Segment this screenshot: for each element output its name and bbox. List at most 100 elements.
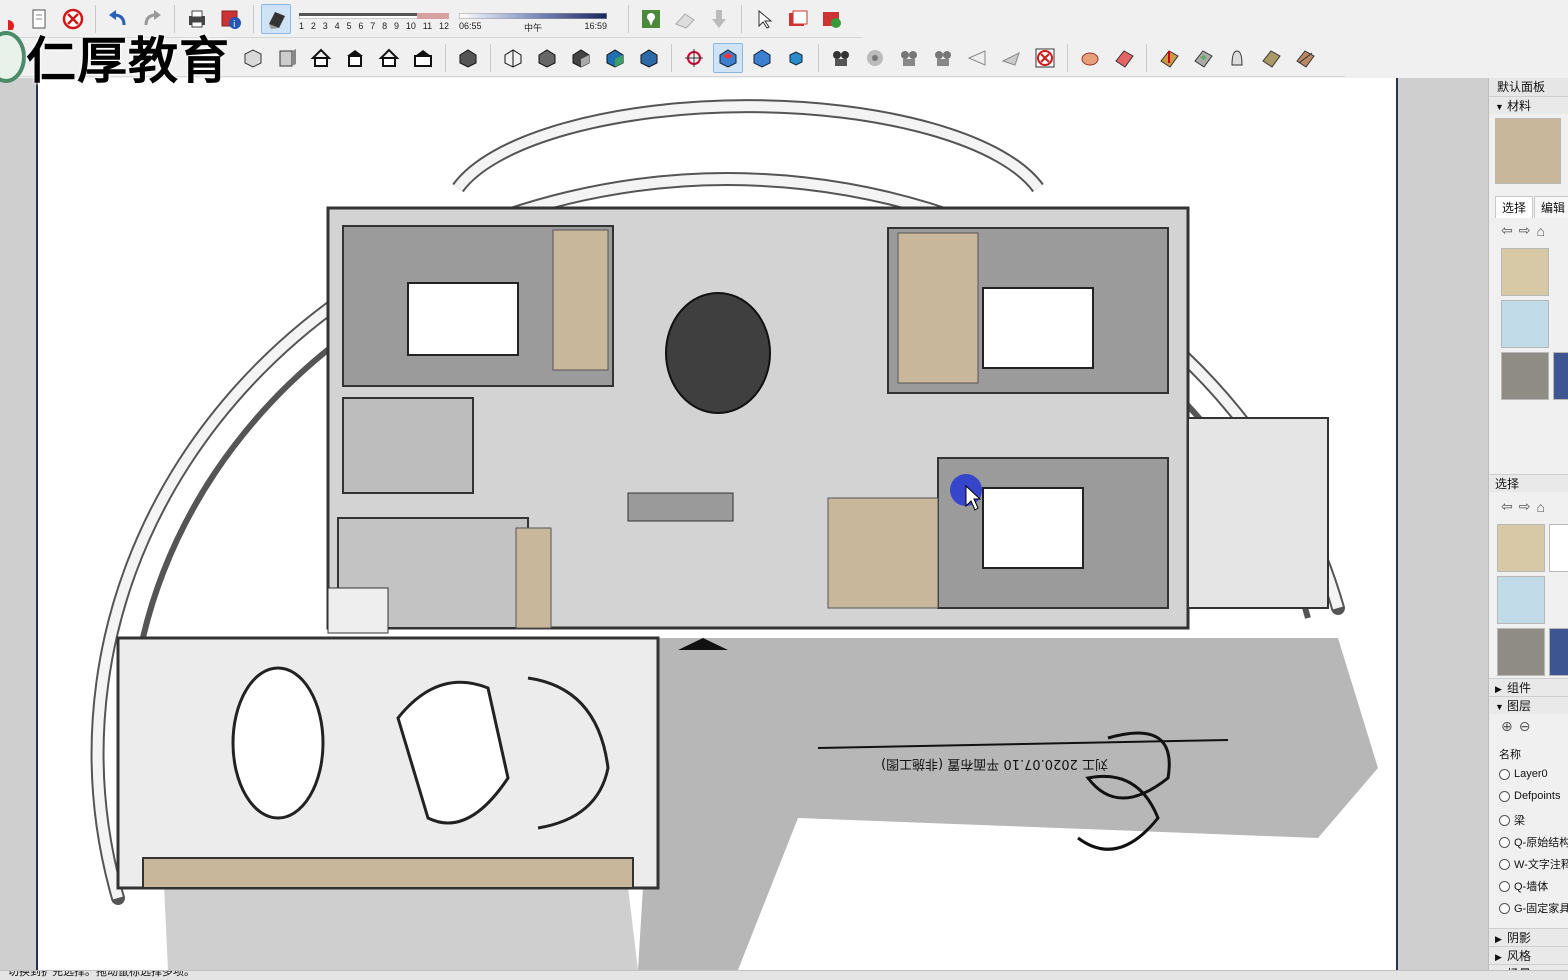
material-swatch[interactable]: [1549, 524, 1568, 572]
layers-actions: ⊕ ⊖: [1501, 718, 1530, 735]
toggle-terrain-button[interactable]: [670, 4, 700, 34]
components-header[interactable]: ▶ 组件: [1489, 678, 1568, 696]
photo-texture-button[interactable]: [704, 4, 734, 34]
layers-header[interactable]: ▼ 图层: [1489, 696, 1568, 714]
position-camera-button[interactable]: [894, 43, 924, 73]
logo-seal-icon: [0, 31, 26, 83]
time-slider[interactable]: 06:55 中午 16:59: [459, 4, 607, 34]
shaded-style-button[interactable]: [566, 43, 596, 73]
drape-button[interactable]: [1222, 43, 1252, 73]
layer-row[interactable]: 梁: [1499, 812, 1525, 828]
cast-shadow: [638, 638, 1378, 970]
layer-row[interactable]: Defpoints: [1499, 790, 1560, 802]
house-icon: [378, 47, 400, 69]
house-right-button[interactable]: [340, 43, 370, 73]
section-plane-button[interactable]: [713, 42, 743, 73]
material-swatch[interactable]: [1553, 352, 1568, 400]
iso-view-icon: [242, 47, 264, 69]
shadow-icon: [265, 8, 287, 30]
layer-radio[interactable]: [1499, 902, 1510, 914]
separator: [1146, 43, 1147, 72]
time-labels: 06:55 中午 16:59: [459, 21, 607, 34]
wireframe-icon: [502, 47, 524, 69]
layer-radio[interactable]: [1499, 814, 1510, 826]
house-back-button[interactable]: [374, 43, 404, 73]
material-swatch[interactable]: [1501, 352, 1549, 400]
layer-row[interactable]: G-固定家具: [1499, 900, 1568, 916]
material-swatch[interactable]: [1501, 300, 1549, 348]
components-header-label: 组件: [1507, 681, 1532, 695]
camera-icon: [898, 47, 920, 69]
textured-style-button[interactable]: [600, 43, 630, 73]
section-cut-button[interactable]: [781, 43, 811, 73]
monochrome-style-button[interactable]: [634, 43, 664, 73]
back-arrow-icon[interactable]: ⇦: [1501, 222, 1513, 239]
sandbox-scratch-button[interactable]: [1109, 43, 1139, 73]
warehouse-button[interactable]: [783, 4, 813, 34]
tab-select[interactable]: 选择: [1495, 196, 1534, 218]
shadow-toggle-button[interactable]: [261, 3, 291, 34]
layer-name: Q-原始结构: [1514, 837, 1568, 849]
xray-style-button[interactable]: [453, 43, 483, 73]
grid-icon: [1113, 47, 1135, 69]
stamp-button[interactable]: [1188, 43, 1218, 73]
styles-header[interactable]: ▶ 风格: [1489, 946, 1568, 964]
month-label: 10: [405, 20, 416, 31]
extension-button[interactable]: [817, 4, 847, 34]
month-slider[interactable]: 1 2 3 4 5 6 7 8 9 10 11 12: [299, 4, 449, 34]
layer-radio[interactable]: [1499, 836, 1510, 848]
xray-icon: [457, 47, 479, 69]
home-icon[interactable]: ⌂: [1536, 223, 1544, 239]
layer-radio[interactable]: [1499, 858, 1510, 870]
materials-header[interactable]: ▼ 材料: [1489, 96, 1568, 114]
model-viewport[interactable]: 刘工 2020.07.10 平面布置 (非施工图): [0, 78, 1488, 970]
orbit-button[interactable]: [679, 43, 709, 73]
material-swatch[interactable]: [1549, 628, 1568, 676]
look-around-icon: [864, 47, 886, 69]
forward-arrow-icon[interactable]: ⇨: [1519, 498, 1531, 515]
layer-radio[interactable]: [1499, 880, 1510, 892]
sandbox-contours-button[interactable]: [1075, 43, 1105, 73]
material-swatch[interactable]: [1501, 248, 1549, 296]
hide-camera-button[interactable]: [1030, 43, 1060, 73]
field-of-view-button[interactable]: [962, 43, 992, 73]
layer-row[interactable]: Q-墙体: [1499, 878, 1548, 894]
wireframe-style-button[interactable]: [498, 43, 528, 73]
select-tool-button[interactable]: [749, 4, 779, 34]
material-swatch[interactable]: [1497, 576, 1545, 624]
flip-edge-button[interactable]: [1290, 43, 1320, 73]
hidden-line-style-button[interactable]: [532, 43, 562, 73]
shadows-header[interactable]: ▶ 阴影: [1489, 928, 1568, 946]
tab-edit[interactable]: 编辑: [1534, 196, 1568, 218]
zoom-camera-button[interactable]: [928, 43, 958, 73]
remove-layer-icon[interactable]: ⊖: [1519, 718, 1531, 735]
layer-radio[interactable]: [1499, 768, 1510, 780]
display-section-button[interactable]: [747, 43, 777, 73]
forward-arrow-icon[interactable]: ⇨: [1519, 222, 1531, 239]
month-label: 1: [299, 20, 305, 31]
house-front-button[interactable]: [306, 43, 336, 73]
tv-cabinet: [142, 857, 634, 889]
iso-view-button[interactable]: [238, 43, 268, 73]
month-label: 7: [370, 20, 376, 31]
add-detail-button[interactable]: [1256, 43, 1286, 73]
home-icon[interactable]: ⌂: [1536, 499, 1544, 515]
smoove-button[interactable]: [1154, 43, 1184, 73]
previous-view-button[interactable]: [996, 43, 1026, 73]
layer-row[interactable]: Q-原始结构: [1499, 834, 1568, 850]
material-swatch[interactable]: [1497, 524, 1545, 572]
walk-button[interactable]: [826, 43, 856, 73]
back-arrow-icon[interactable]: ⇦: [1501, 498, 1513, 515]
material-swatch[interactable]: [1497, 628, 1545, 676]
layer-row[interactable]: Layer0: [1499, 768, 1548, 780]
house-left-button[interactable]: [408, 43, 438, 73]
front-view-button[interactable]: [272, 43, 302, 73]
look-around-button[interactable]: [860, 43, 890, 73]
add-layer-icon[interactable]: ⊕: [1501, 718, 1513, 735]
camera-icon: [932, 47, 954, 69]
add-location-button[interactable]: [636, 4, 666, 34]
layer-row[interactable]: W-文字注释: [1499, 856, 1568, 872]
stamp-icon: [1192, 47, 1214, 69]
shadow-settings-group: 1 2 3 4 5 6 7 8 9 10 11 12 06:55 中午 16:5…: [293, 2, 623, 36]
layer-radio[interactable]: [1499, 790, 1510, 802]
